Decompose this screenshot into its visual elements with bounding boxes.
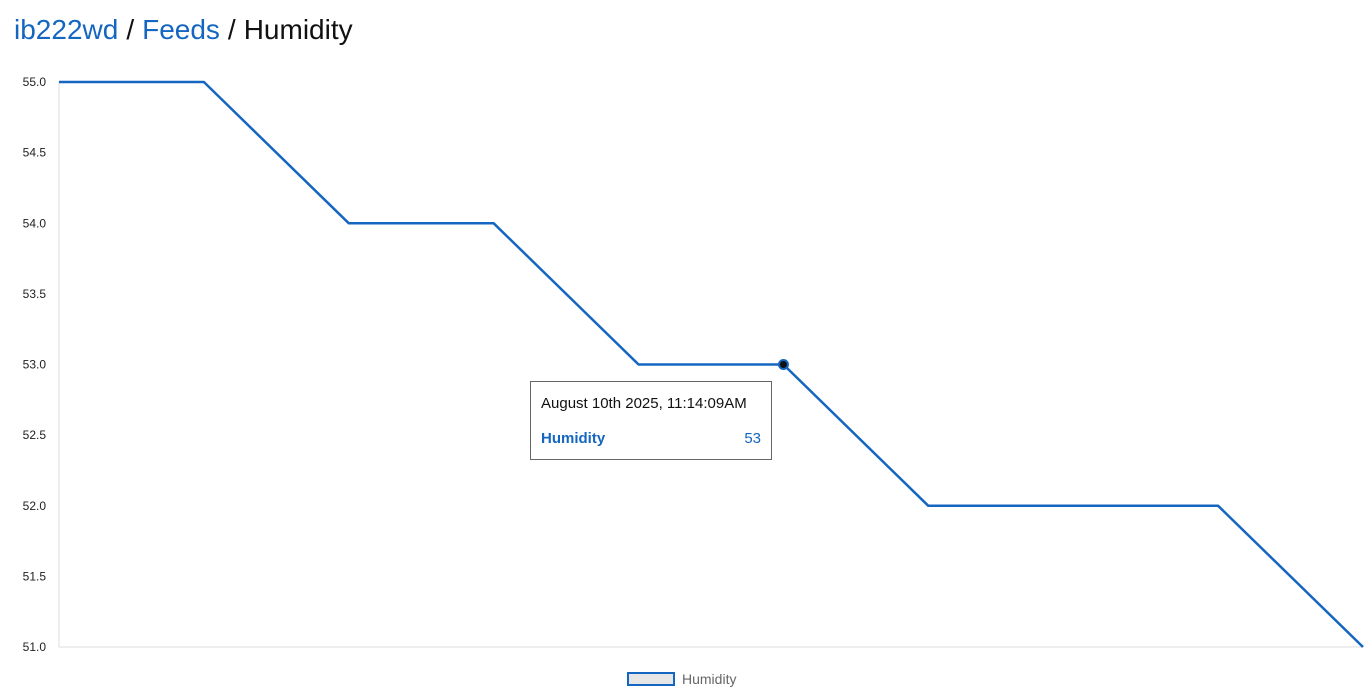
y-tick-label: 52.0 <box>23 499 47 513</box>
data-point[interactable] <box>777 359 789 370</box>
chart-legend[interactable]: Humidity <box>627 669 736 689</box>
tooltip-value: 53 <box>744 430 761 447</box>
y-tick-label: 54.5 <box>23 146 47 160</box>
y-axis-ticks: 55.0 54.5 54.0 53.5 53.0 52.5 52.0 51.5 51.0 <box>23 75 47 654</box>
data-point[interactable] <box>1069 502 1077 510</box>
y-tick-label: 51.5 <box>23 569 47 583</box>
data-point[interactable] <box>345 219 353 227</box>
data-point[interactable] <box>1214 502 1222 510</box>
humidity-line-chart: 55.0 54.5 54.0 53.5 53.0 52.5 52.0 51.5 51.0 <box>23 75 1367 654</box>
y-tick-label: 53.5 <box>23 287 47 301</box>
data-point[interactable] <box>55 78 63 86</box>
y-tick-label: 54.0 <box>23 216 47 230</box>
legend-swatch <box>627 672 675 686</box>
tooltip-series-name: Humidity <box>541 430 606 447</box>
y-tick-label: 55.0 <box>23 75 47 89</box>
data-tooltip: August 10th 2025, 11:14:09AM Humidity 53 <box>530 381 772 460</box>
data-point[interactable] <box>200 78 208 86</box>
data-point[interactable] <box>635 361 643 369</box>
data-point[interactable] <box>924 502 932 510</box>
data-point[interactable] <box>490 219 498 227</box>
y-tick-label: 52.5 <box>23 428 47 442</box>
data-point[interactable] <box>1359 643 1367 651</box>
y-tick-label: 53.0 <box>23 358 47 372</box>
tooltip-timestamp: August 10th 2025, 11:14:09AM <box>541 395 747 412</box>
y-tick-label: 51.0 <box>23 640 47 654</box>
legend-label-humidity: Humidity <box>682 671 737 687</box>
series-line-humidity[interactable] <box>59 80 1364 648</box>
